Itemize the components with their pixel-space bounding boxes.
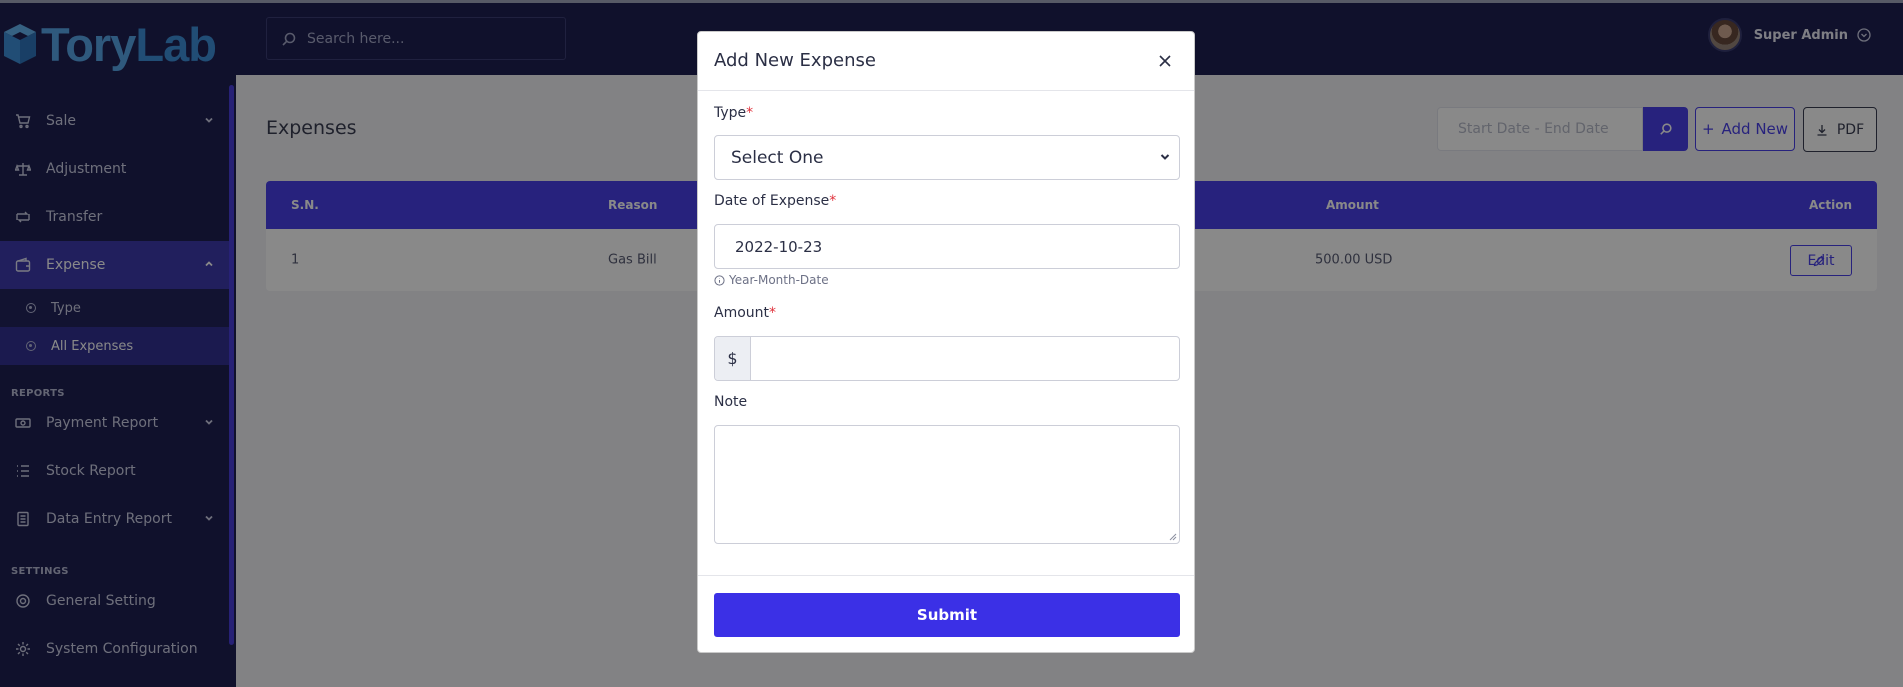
type-select-value: Select One bbox=[731, 147, 824, 168]
amount-input[interactable] bbox=[751, 337, 1179, 380]
date-of-expense-input[interactable]: 2022-10-23 bbox=[714, 224, 1180, 269]
amount-label: Amount* bbox=[714, 305, 777, 321]
modal-title: Add New Expense bbox=[714, 50, 876, 71]
submit-button[interactable]: Submit bbox=[714, 593, 1180, 637]
currency-addon: $ bbox=[715, 337, 751, 380]
note-label: Note bbox=[714, 394, 748, 410]
chevron-down-icon bbox=[1160, 154, 1170, 160]
close-icon[interactable] bbox=[1158, 54, 1172, 68]
required-marker: * bbox=[746, 105, 754, 121]
date-label: Date of Expense* bbox=[714, 193, 837, 209]
resize-grip-icon[interactable] bbox=[1168, 532, 1177, 541]
type-select[interactable]: Select One bbox=[714, 135, 1180, 180]
required-marker: * bbox=[769, 305, 777, 321]
date-value: 2022-10-23 bbox=[735, 237, 823, 256]
date-format-hint: Year-Month-Date bbox=[714, 273, 829, 287]
type-label: Type* bbox=[714, 105, 754, 121]
info-icon bbox=[714, 274, 725, 286]
note-textarea[interactable] bbox=[714, 425, 1180, 544]
modal-header: Add New Expense bbox=[698, 32, 1194, 91]
modal-footer-divider bbox=[698, 575, 1194, 576]
required-marker: * bbox=[829, 193, 837, 209]
add-expense-modal: Add New Expense Type* Select One Date of… bbox=[697, 31, 1195, 653]
amount-input-group: $ bbox=[714, 336, 1180, 381]
